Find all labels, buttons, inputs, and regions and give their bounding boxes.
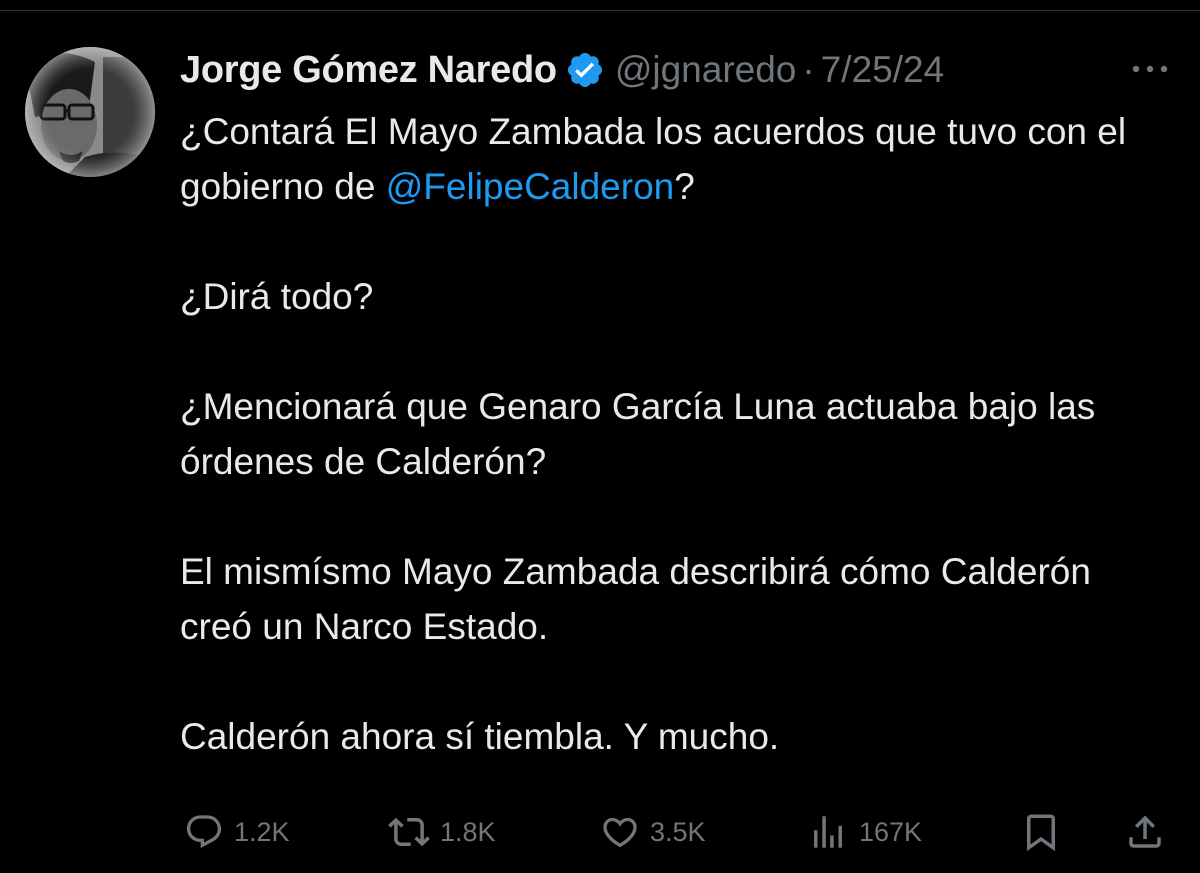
reply-bubble-icon: [186, 815, 222, 849]
more-dots-icon: [1132, 65, 1168, 73]
verified-badge-icon: [565, 50, 605, 90]
paragraph-text: ?: [674, 166, 695, 207]
mention-link[interactable]: @FelipeCalderon: [386, 166, 674, 207]
share-upload-icon: [1129, 815, 1161, 848]
avatar-image: [25, 47, 155, 177]
like-count: 3.5K: [650, 816, 706, 847]
views-button[interactable]: 167K: [807, 808, 922, 856]
tweet-actions-bar: 1.2K 1.8K 3.5K 167K: [0, 808, 1200, 856]
author-avatar[interactable]: [25, 47, 155, 177]
reply-count: 1.2K: [234, 816, 290, 847]
tweet-timestamp[interactable]: 7/25/24: [821, 49, 944, 91]
top-divider: [0, 10, 1200, 11]
tweet-paragraph: Calderón ahora sí tiembla. Y mucho.: [180, 716, 780, 757]
more-options-button[interactable]: [1126, 54, 1174, 84]
tweet-header: Jorge Gómez Naredo @jgnaredo · 7/25/24: [180, 42, 944, 98]
tweet-paragraph: ¿Dirá todo?: [180, 276, 374, 317]
author-handle[interactable]: @jgnaredo: [615, 49, 797, 91]
bar-chart-icon: [814, 816, 842, 848]
heart-icon: [603, 817, 637, 848]
bookmark-icon: [1027, 814, 1055, 852]
repost-arrows-icon: [388, 817, 430, 847]
repost-button[interactable]: 1.8K: [388, 808, 496, 856]
views-count: 167K: [859, 816, 923, 847]
tweet-text: ¿Contará El Mayo Zambada los acuerdos qu…: [180, 104, 1170, 819]
author-display-name[interactable]: Jorge Gómez Naredo: [180, 49, 557, 92]
tweet-paragraph: ¿Contará El Mayo Zambada los acuerdos qu…: [180, 104, 1170, 214]
header-separator: ·: [802, 49, 815, 90]
like-button[interactable]: 3.5K: [600, 808, 706, 856]
tweet-paragraph: ¿Mencionará que Genaro García Luna actua…: [180, 386, 1096, 482]
tweet-paragraph: El mismísmo Mayo Zambada describirá cómo…: [180, 551, 1091, 647]
reply-button[interactable]: 1.2K: [184, 808, 290, 856]
bookmark-button[interactable]: [1020, 808, 1062, 856]
share-button[interactable]: [1124, 808, 1166, 856]
repost-count: 1.8K: [440, 816, 496, 847]
